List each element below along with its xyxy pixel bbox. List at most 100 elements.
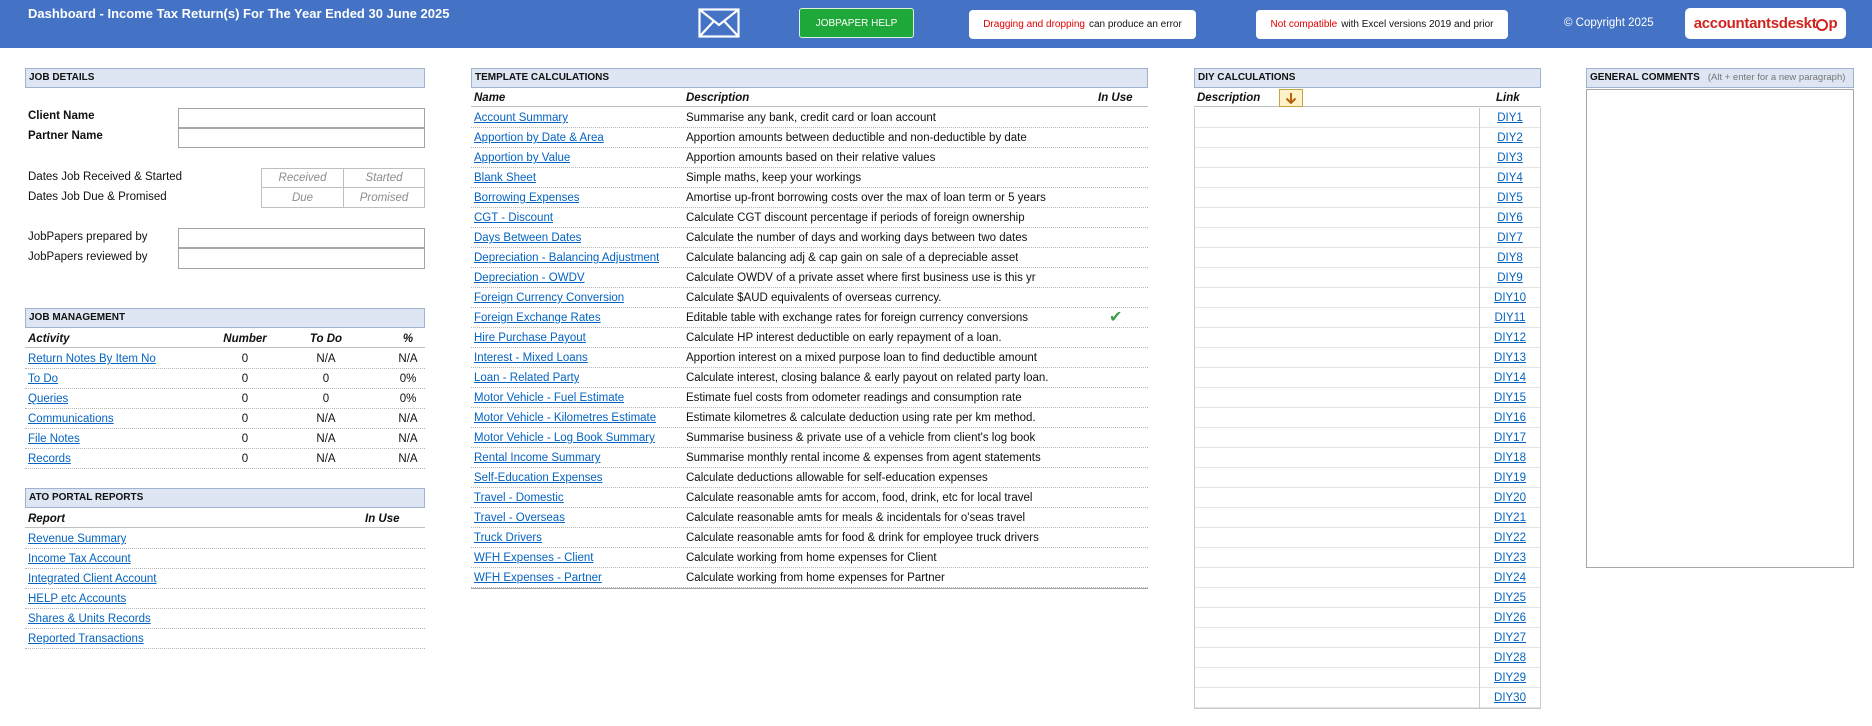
diy-link[interactable]: DIY14: [1485, 368, 1535, 388]
diy-link[interactable]: DIY12: [1485, 328, 1535, 348]
reviewed-by-field[interactable]: [178, 248, 425, 269]
diy-link[interactable]: DIY13: [1485, 348, 1535, 368]
diy-link[interactable]: DIY19: [1485, 468, 1535, 488]
diy-link[interactable]: DIY3: [1485, 148, 1535, 168]
diy-link[interactable]: DIY16: [1485, 408, 1535, 428]
template-calculation-link[interactable]: Motor Vehicle - Kilometres Estimate: [474, 408, 656, 428]
diy-link[interactable]: DIY8: [1485, 248, 1535, 268]
template-calculation-link[interactable]: WFH Expenses - Client: [474, 548, 594, 568]
diy-description-cell[interactable]: [1195, 448, 1479, 468]
diy-description-cell[interactable]: [1195, 328, 1479, 348]
diy-link[interactable]: DIY10: [1485, 288, 1535, 308]
diy-description-cell[interactable]: [1195, 508, 1479, 528]
report-link[interactable]: Income Tax Account: [28, 549, 131, 569]
template-calculation-link[interactable]: Blank Sheet: [474, 168, 536, 188]
diy-description-cell[interactable]: [1195, 368, 1479, 388]
diy-link[interactable]: DIY4: [1485, 168, 1535, 188]
activity-link[interactable]: File Notes: [28, 429, 80, 449]
started-date-field[interactable]: Started: [343, 168, 425, 188]
template-calculation-link[interactable]: Depreciation - OWDV: [474, 268, 585, 288]
prepared-by-field[interactable]: [178, 228, 425, 248]
template-calculation-link[interactable]: Interest - Mixed Loans: [474, 348, 588, 368]
diy-link[interactable]: DIY21: [1485, 508, 1535, 528]
diy-link[interactable]: DIY17: [1485, 428, 1535, 448]
diy-description-cell[interactable]: [1195, 548, 1479, 568]
template-calculation-link[interactable]: Foreign Exchange Rates: [474, 308, 601, 328]
diy-description-cell[interactable]: [1195, 268, 1479, 288]
diy-description-cell[interactable]: [1195, 528, 1479, 548]
diy-description-cell[interactable]: [1195, 648, 1479, 668]
diy-link[interactable]: DIY23: [1485, 548, 1535, 568]
activity-link[interactable]: Records: [28, 449, 71, 469]
diy-link[interactable]: DIY28: [1485, 648, 1535, 668]
partner-name-field[interactable]: [178, 128, 425, 148]
template-calculation-link[interactable]: Apportion by Date & Area: [474, 128, 604, 148]
activity-link[interactable]: To Do: [28, 369, 58, 389]
diy-link[interactable]: DIY6: [1485, 208, 1535, 228]
report-link[interactable]: Shares & Units Records: [28, 609, 151, 629]
template-calculation-link[interactable]: Days Between Dates: [474, 228, 581, 248]
diy-description-cell[interactable]: [1195, 668, 1479, 688]
diy-description-cell[interactable]: [1195, 408, 1479, 428]
diy-link[interactable]: DIY24: [1485, 568, 1535, 588]
diy-description-cell[interactable]: [1195, 168, 1479, 188]
diy-description-cell[interactable]: [1195, 108, 1479, 128]
diy-description-cell[interactable]: [1195, 208, 1479, 228]
template-calculation-link[interactable]: Motor Vehicle - Fuel Estimate: [474, 388, 624, 408]
envelope-icon[interactable]: [698, 8, 740, 38]
diy-link[interactable]: DIY9: [1485, 268, 1535, 288]
report-link[interactable]: Reported Transactions: [28, 629, 144, 649]
diy-description-cell[interactable]: [1195, 248, 1479, 268]
client-name-field[interactable]: [178, 108, 425, 128]
template-calculation-link[interactable]: Loan - Related Party: [474, 368, 579, 388]
activity-link[interactable]: Return Notes By Item No: [28, 349, 156, 369]
diy-link[interactable]: DIY20: [1485, 488, 1535, 508]
diy-description-cell[interactable]: [1195, 188, 1479, 208]
template-calculation-link[interactable]: Apportion by Value: [474, 148, 570, 168]
diy-link[interactable]: DIY7: [1485, 228, 1535, 248]
template-calculation-link[interactable]: Truck Drivers: [474, 528, 542, 548]
template-calculation-link[interactable]: Account Summary: [474, 108, 568, 128]
diy-description-cell[interactable]: [1195, 488, 1479, 508]
report-link[interactable]: Revenue Summary: [28, 529, 126, 549]
diy-description-cell[interactable]: [1195, 308, 1479, 328]
template-calculation-link[interactable]: CGT - Discount: [474, 208, 553, 228]
general-comments-textarea[interactable]: [1586, 89, 1854, 568]
received-date-field[interactable]: Received: [261, 168, 344, 188]
diy-description-cell[interactable]: [1195, 288, 1479, 308]
diy-description-cell[interactable]: [1195, 628, 1479, 648]
due-date-field[interactable]: Due: [261, 187, 344, 208]
template-calculation-link[interactable]: Motor Vehicle - Log Book Summary: [474, 428, 655, 448]
jobpaper-help-button[interactable]: JOBPAPER HELP: [799, 8, 914, 38]
diy-description-cell[interactable]: [1195, 688, 1479, 708]
diy-description-cell[interactable]: [1195, 568, 1479, 588]
diy-link[interactable]: DIY22: [1485, 528, 1535, 548]
arrow-down-icon[interactable]: [1279, 89, 1303, 107]
diy-link[interactable]: DIY25: [1485, 588, 1535, 608]
promised-date-field[interactable]: Promised: [343, 187, 425, 208]
diy-description-cell[interactable]: [1195, 348, 1479, 368]
template-calculation-link[interactable]: Depreciation - Balancing Adjustment: [474, 248, 659, 268]
template-calculation-link[interactable]: Rental Income Summary: [474, 448, 601, 468]
diy-link[interactable]: DIY2: [1485, 128, 1535, 148]
diy-description-cell[interactable]: [1195, 388, 1479, 408]
diy-link[interactable]: DIY15: [1485, 388, 1535, 408]
diy-link[interactable]: DIY5: [1485, 188, 1535, 208]
activity-link[interactable]: Queries: [28, 389, 68, 409]
diy-link[interactable]: DIY27: [1485, 628, 1535, 648]
template-calculation-link[interactable]: Foreign Currency Conversion: [474, 288, 624, 308]
diy-description-cell[interactable]: [1195, 228, 1479, 248]
template-calculation-link[interactable]: Hire Purchase Payout: [474, 328, 586, 348]
diy-description-cell[interactable]: [1195, 608, 1479, 628]
diy-description-cell[interactable]: [1195, 128, 1479, 148]
diy-description-cell[interactable]: [1195, 148, 1479, 168]
report-link[interactable]: HELP etc Accounts: [28, 589, 126, 609]
diy-link[interactable]: DIY26: [1485, 608, 1535, 628]
report-link[interactable]: Integrated Client Account: [28, 569, 157, 589]
activity-link[interactable]: Communications: [28, 409, 114, 429]
diy-description-cell[interactable]: [1195, 428, 1479, 448]
diy-link[interactable]: DIY30: [1485, 688, 1535, 708]
diy-description-cell[interactable]: [1195, 468, 1479, 488]
diy-link[interactable]: DIY1: [1485, 108, 1535, 128]
diy-description-cell[interactable]: [1195, 588, 1479, 608]
